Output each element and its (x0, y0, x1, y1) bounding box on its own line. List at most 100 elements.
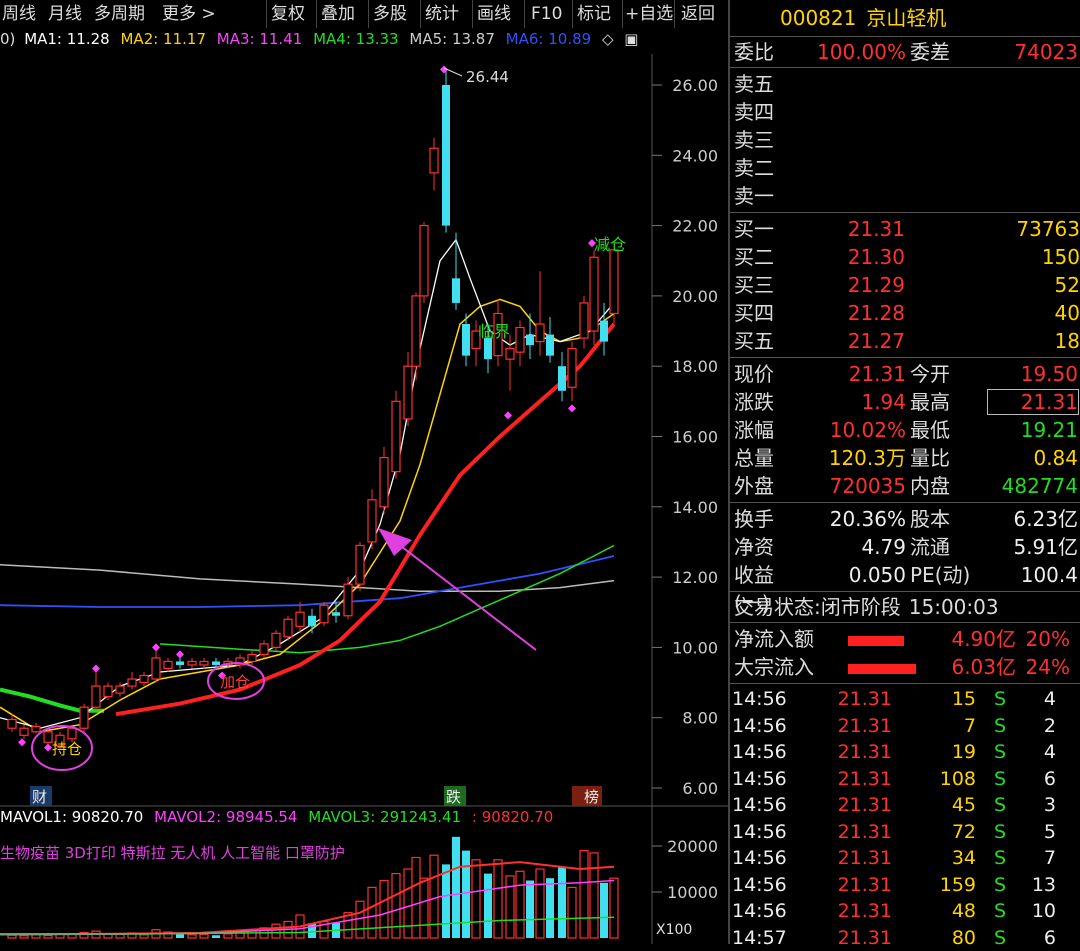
buy-price: 21.29 (808, 271, 905, 299)
statistics-button[interactable]: 统计 (420, 0, 472, 28)
marker-drop[interactable]: 跌 (446, 788, 461, 806)
draw-line-button[interactable]: 画线 (472, 0, 524, 28)
candle-body (332, 612, 340, 616)
tick-price: 21.31 (812, 872, 892, 899)
sell-label: 卖三 (730, 126, 808, 154)
back-button[interactable]: 返回 (674, 0, 726, 28)
buy-row[interactable]: 买五21.2718 (730, 327, 1080, 355)
tick-volume: 48 (892, 898, 976, 925)
buy-row[interactable]: 买二21.30150 (730, 243, 1080, 271)
buy-row[interactable]: 买三21.2952 (730, 271, 1080, 299)
tab-monthly[interactable]: 月线 (40, 0, 88, 28)
quote-label: 今开 (906, 360, 986, 388)
tick-row: 14:5621.3148S10 (730, 898, 1080, 925)
volume-bar (392, 874, 400, 938)
tick-count: 6 (1006, 925, 1056, 951)
sell-label: 卖二 (730, 154, 808, 182)
kline-chart[interactable]: 26.0024.0022.0020.0018.0016.0014.0012.00… (0, 28, 728, 944)
quote-label: 总量 (730, 444, 808, 472)
tick-volume: 15 (892, 686, 976, 713)
tick-volume: 7 (892, 713, 976, 740)
weibi-label: 委比 (730, 37, 808, 67)
diamond-icon[interactable]: ◇ (602, 30, 614, 48)
fund-label: 股本 (906, 505, 986, 533)
sell-label: 卖四 (730, 98, 808, 126)
tick-volume: 80 (892, 925, 976, 951)
volume-bar (568, 887, 576, 938)
price-tick-label: 8.00 (682, 709, 718, 728)
volume-bar (600, 883, 608, 938)
quote-label: 外盘 (730, 472, 808, 500)
tab-multi-period[interactable]: 多周期 (88, 0, 156, 28)
multi-stock-button[interactable]: 多股 (368, 0, 420, 28)
trade-status-row: 交易状态: 闭市阶段 15:00:03 (730, 592, 1080, 623)
buy-qty: 150 (905, 243, 1080, 271)
tick-time: 14:56 (730, 686, 812, 713)
quote-label: 量比 (906, 444, 986, 472)
adjust-button[interactable]: 复权 (266, 0, 316, 28)
volume-bar (526, 881, 534, 939)
flow-block: 净流入额 4.90亿 20% 大宗流入 6.03亿 24% (730, 623, 1080, 684)
quote-value: 482774 (986, 472, 1078, 500)
tick-time: 14:56 (730, 766, 812, 793)
fund-label: 流通 (906, 533, 986, 561)
volume-bar (224, 934, 232, 938)
marker-rank[interactable]: 榜 (584, 788, 599, 806)
buy-row[interactable]: 买四21.2840 (730, 299, 1080, 327)
volume-bar (462, 851, 470, 938)
mavol3-label: MAVOL3: 291243.41 (308, 808, 461, 826)
volume-bar (536, 869, 544, 938)
fund-value: 5.91亿 (986, 533, 1078, 561)
tick-volume: 159 (892, 872, 976, 899)
sell-row: 卖五 (730, 70, 1080, 98)
tick-count: 7 (1006, 845, 1056, 872)
candle-body (308, 616, 316, 627)
more-button[interactable]: 更多 > (156, 0, 266, 28)
quote-value: 720035 (808, 472, 906, 500)
window-toggle-icon[interactable]: ▣ (624, 30, 638, 48)
status-value: 闭市阶段 (821, 592, 901, 622)
quote-label: 最低 (906, 416, 986, 444)
tick-price: 21.31 (812, 792, 892, 819)
ma5-label: MA5: 13.87 (409, 30, 495, 48)
add-watchlist-button[interactable]: +自选 (622, 0, 674, 28)
candle-body (404, 366, 412, 419)
candle-body (484, 338, 492, 359)
candle-body (164, 661, 172, 668)
quote-row: 总量120.3万量比0.84 (730, 444, 1080, 472)
overlay-button[interactable]: 叠加 (316, 0, 368, 28)
candle-body (68, 728, 76, 739)
volume-bar (580, 851, 588, 938)
tick-side: S (976, 713, 1006, 740)
tab-weekly[interactable]: 周线 (0, 0, 40, 28)
tick-price: 21.31 (812, 845, 892, 872)
volume-bar (200, 934, 208, 938)
candle-body (272, 633, 280, 647)
volume-bar (404, 869, 412, 938)
f10-button[interactable]: F10 (524, 0, 572, 28)
flow-label: 大宗流入 (730, 653, 826, 681)
candle-body (392, 401, 400, 471)
quote-label: 内盘 (906, 472, 986, 500)
candle-body (212, 661, 220, 665)
price-tick-label: 12.00 (672, 568, 718, 587)
volume-bar (420, 878, 428, 938)
quote-value: 21.31 (808, 360, 906, 388)
buy-row[interactable]: 买一21.3173763 (730, 215, 1080, 243)
candle-body (610, 250, 618, 314)
candle-body (260, 644, 268, 655)
flow-pct: 24% (1016, 653, 1070, 681)
volume-bar (20, 936, 28, 938)
buy-label: 买四 (730, 299, 808, 327)
flow-value: 4.90亿 (926, 625, 1016, 653)
mark-button[interactable]: 标记 (572, 0, 622, 28)
price-tick-label: 18.00 (672, 357, 718, 376)
annotation-add: 加仓 (220, 673, 250, 691)
tick-list[interactable]: 14:5621.3115S414:5621.317S214:5621.3119S… (730, 684, 1080, 951)
tick-count: 5 (1006, 819, 1056, 846)
sell-label: 卖一 (730, 182, 808, 210)
volume-bar (516, 871, 524, 938)
candle-body (200, 661, 208, 665)
quote-row: 现价21.31今开19.50 (730, 360, 1080, 388)
marker-fin[interactable]: 财 (32, 788, 47, 806)
